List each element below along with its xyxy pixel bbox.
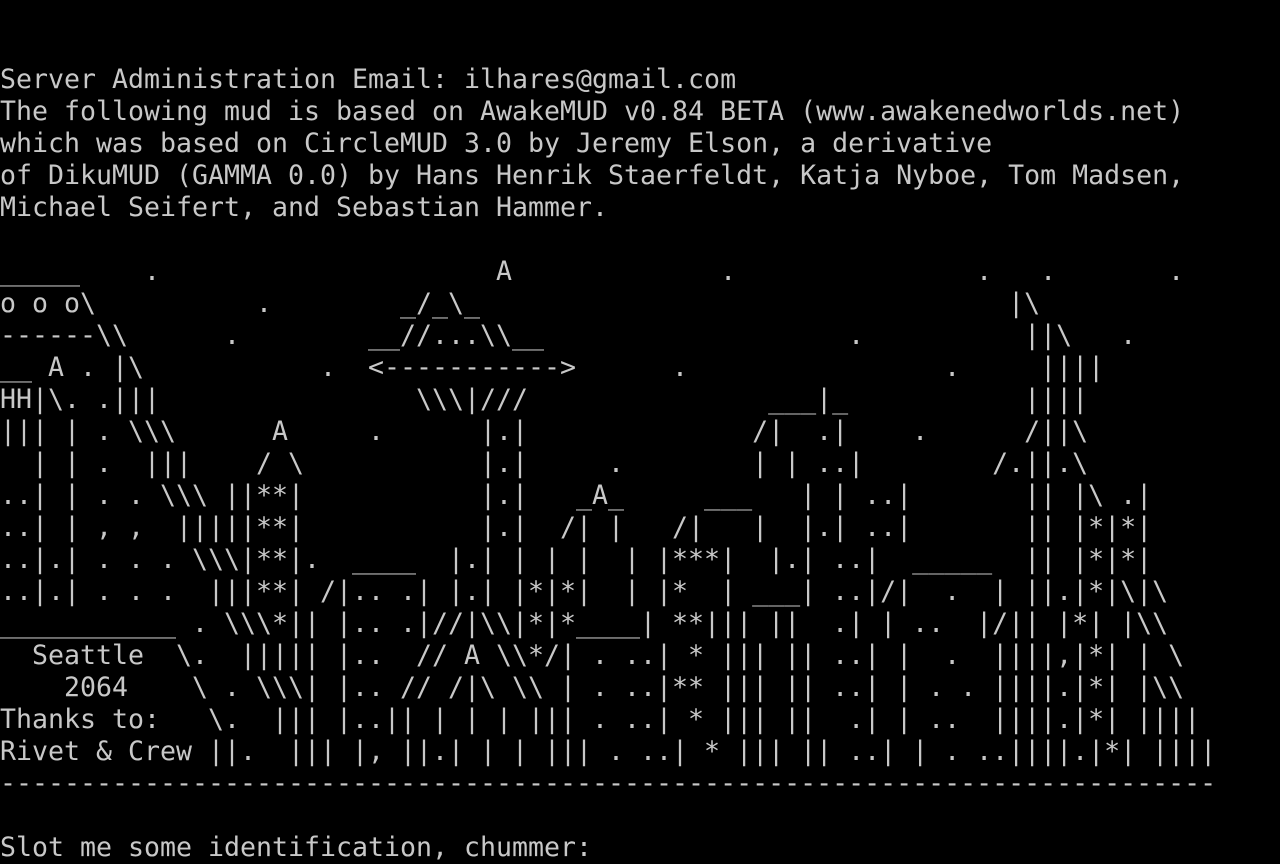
ascii-art-line: Rivet & Crew ||. ||| |, ||.| | | ||| . .…	[0, 736, 1217, 767]
terminal-screen[interactable]: Server Administration Email: ilhares@gma…	[0, 0, 1280, 864]
credits-line: of DikuMUD (GAMMA 0.0) by Hans Henrik St…	[0, 160, 1185, 191]
credits-line: The following mud is based on AwakeMUD v…	[0, 96, 1185, 127]
login-prompt: Slot me some identification, chummer:	[0, 832, 609, 863]
ascii-art-line: ..| | , , |||||**| |.| /| | /| | |.| ..|…	[0, 512, 1153, 543]
ascii-art-line: ||| | . \\\ A . |.| /| .| . /||\	[0, 416, 1089, 447]
ascii-art-line: Seattle \. ||||| |.. // A \\*/| . ..| * …	[0, 640, 1185, 671]
credits-line: Michael Seifert, and Sebastian Hammer.	[0, 192, 609, 223]
login-input[interactable]	[608, 832, 1269, 864]
ascii-art-line: ------\\ . __//...\\__ . ||\ .	[0, 320, 1137, 351]
credits-line: which was based on CircleMUD 3.0 by Jere…	[0, 128, 993, 159]
ascii-art-line: ..|.| . . . \\\|**|. ____ |.| | | | | |*…	[0, 544, 1153, 575]
separator-line: ----------------------------------------…	[0, 768, 1217, 799]
ascii-art-line: ..|.| . . . |||**| /|.. .| |.| |*|*| | |…	[0, 576, 1169, 607]
ascii-art-line: Thanks to: \. ||| |..|| | | | ||| . ..| …	[0, 704, 1201, 735]
login-prompt-row: Slot me some identification, chummer:	[0, 832, 1269, 864]
ascii-art-line: o o o\ . _/_\_ |\	[0, 288, 1041, 319]
ascii-art-line: 2064 \ . \\\| |.. // /|\ \\ | . ..|** ||…	[0, 672, 1185, 703]
ascii-art-line: __ A . |\ . <-----------> . . ||||	[0, 352, 1105, 383]
ascii-art-line: ___________ . \\\*|| |.. .|//|\\|*|*____…	[0, 608, 1169, 639]
ascii-art-line: _____ . A . . . .	[0, 256, 1185, 287]
ascii-art-line: ..| | . . \\\ ||**| |.| _A_ ___ | | ..| …	[0, 480, 1153, 511]
admin-email-line: Server Administration Email: ilhares@gma…	[0, 64, 737, 95]
ascii-art-line: HH|\. .||| \\\|/// ___|_ ||||	[0, 384, 1089, 415]
ascii-art-line: | | . ||| / \ |.| . | | ..| /.||.\	[0, 448, 1089, 479]
